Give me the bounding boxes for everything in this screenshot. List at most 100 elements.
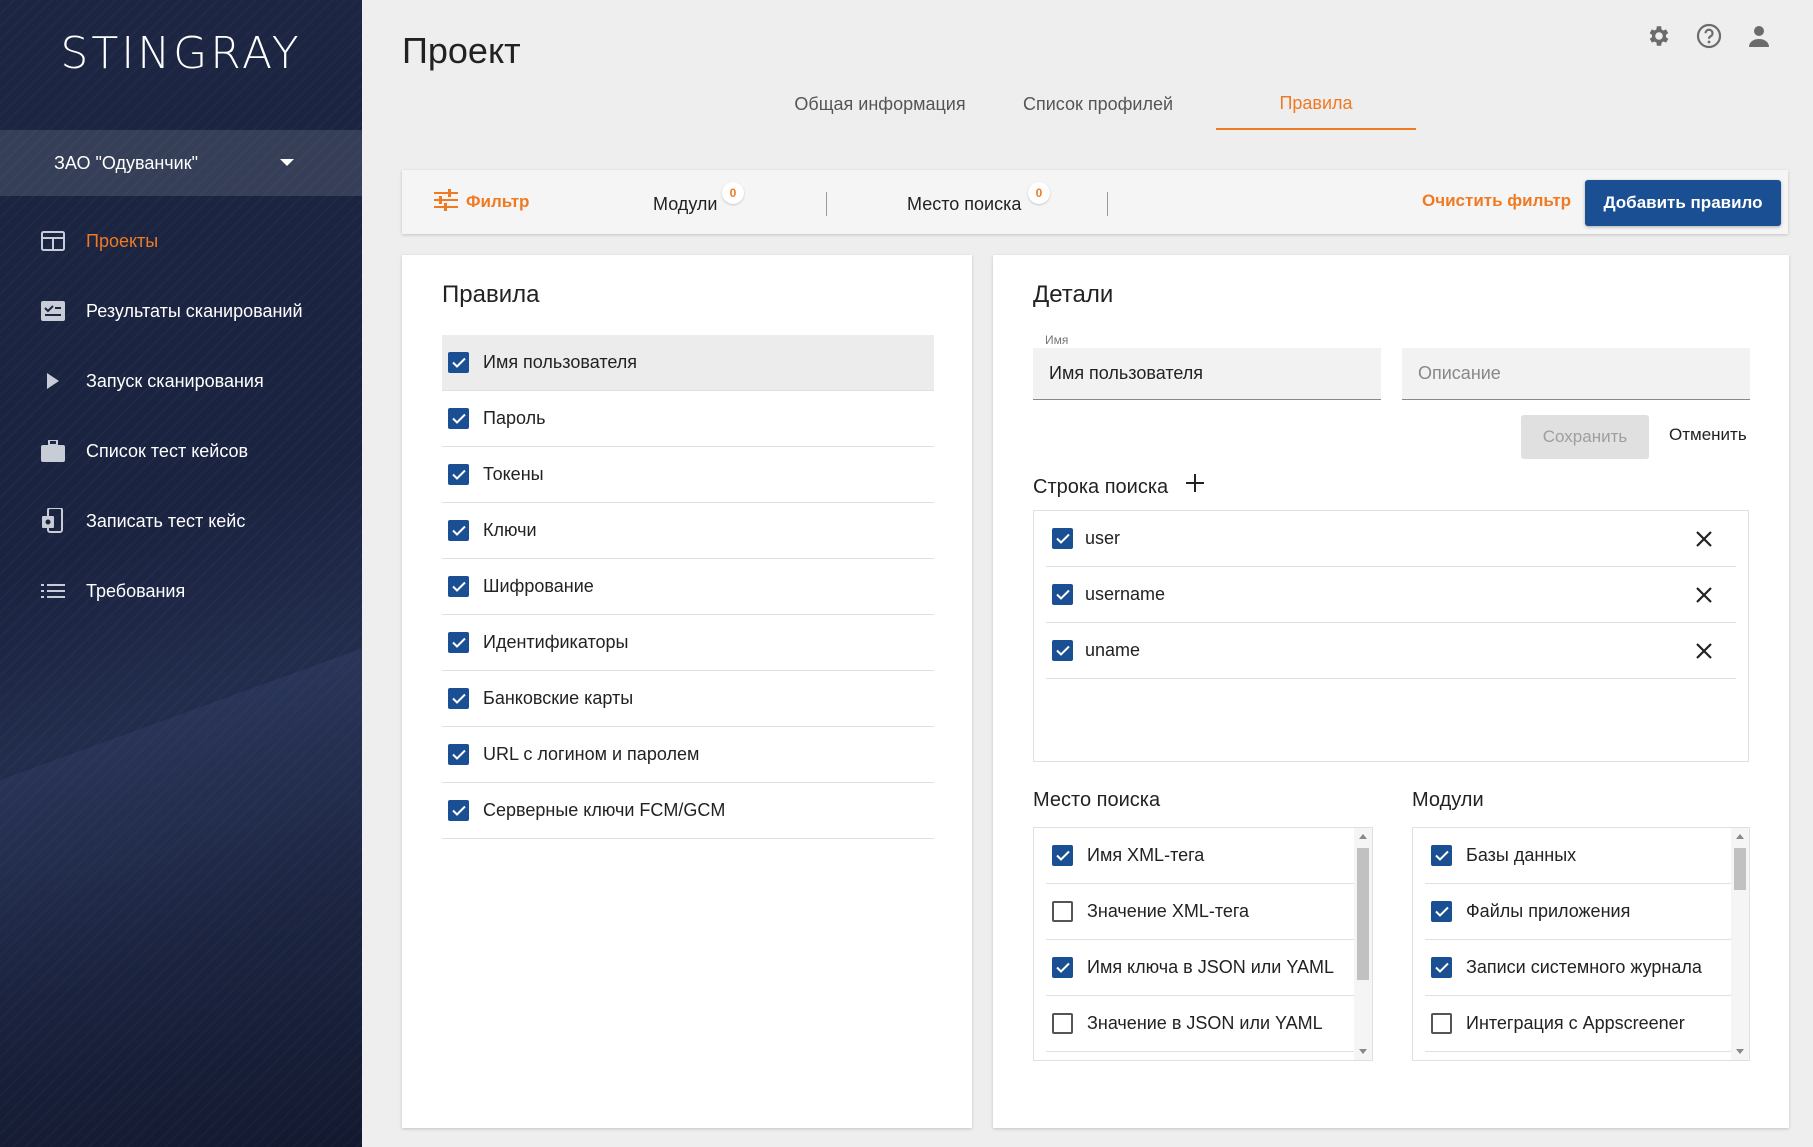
scrollbar-thumb[interactable] — [1357, 848, 1369, 980]
sidebar-item-test-cases[interactable]: Список тест кейсов — [0, 416, 362, 486]
caret-down-icon — [280, 159, 294, 166]
checkbox[interactable] — [1052, 957, 1073, 978]
sidebar-item-label: Требования — [86, 580, 186, 601]
checkbox[interactable] — [1052, 640, 1073, 661]
org-selector[interactable]: ЗАО "Одуванчик" — [0, 130, 362, 196]
rule-row[interactable]: Имя пользователя — [442, 335, 934, 391]
search-string-value: username — [1085, 584, 1166, 604]
details-panel: Детали Имя Имя пользователя Описание Сох… — [993, 255, 1789, 1128]
checkbox[interactable] — [448, 408, 469, 429]
sidebar-nav: Проекты Результаты сканирований Запуск с… — [0, 206, 362, 626]
org-name: ЗАО "Одуванчик" — [54, 152, 198, 173]
rule-row[interactable]: URL с логином и паролем — [442, 727, 934, 783]
checkbox[interactable] — [448, 352, 469, 373]
user-icon[interactable] — [1745, 22, 1773, 50]
checkbox[interactable] — [1431, 845, 1452, 866]
module-item-label: Записи системного журнала — [1466, 957, 1702, 977]
rule-label: Пароль — [483, 408, 546, 428]
location-row[interactable]: Имя ключа в JSON или YAML — [1046, 940, 1354, 996]
dashboard-icon — [40, 228, 66, 254]
location-item-label: Имя ключа в JSON или YAML — [1087, 957, 1334, 977]
page-title: Проект — [402, 30, 521, 71]
checkbox[interactable] — [1052, 901, 1073, 922]
filter-button[interactable]: Фильтр — [434, 188, 530, 216]
tab-general-info[interactable]: Общая информация — [780, 78, 980, 130]
checkbox[interactable] — [448, 800, 469, 821]
arrow-down-icon[interactable] — [1359, 1049, 1367, 1054]
sidebar-item-projects[interactable]: Проекты — [0, 206, 362, 276]
close-icon[interactable] — [1694, 529, 1714, 549]
rule-row[interactable]: Ключи — [442, 503, 934, 559]
scrollbar[interactable] — [1354, 828, 1372, 1060]
arrow-up-icon[interactable] — [1359, 834, 1367, 839]
location-row[interactable]: Значение XML-тега — [1046, 884, 1354, 940]
checkbox[interactable] — [1431, 957, 1452, 978]
rule-label: Банковские карты — [483, 688, 634, 708]
scrollbar-thumb[interactable] — [1734, 848, 1746, 890]
modules-filter[interactable]: Модули — [653, 194, 717, 215]
checkbox[interactable] — [448, 744, 469, 765]
top-toolbar — [1645, 22, 1773, 50]
close-icon[interactable] — [1694, 641, 1714, 661]
sidebar-item-record-test-case[interactable]: Записать тест кейс — [0, 486, 362, 556]
name-field-value: Имя пользователя — [1049, 363, 1204, 383]
sidebar-item-scan-results[interactable]: Результаты сканирований — [0, 276, 362, 346]
rule-row[interactable]: Идентификаторы — [442, 615, 934, 671]
scrollbar[interactable] — [1731, 828, 1749, 1060]
rules-title: Правила — [442, 281, 540, 308]
rule-row[interactable]: Пароль — [442, 391, 934, 447]
module-item-label: Базы данных — [1466, 845, 1577, 865]
checkbox[interactable] — [448, 632, 469, 653]
gear-icon[interactable] — [1645, 22, 1673, 50]
sidebar-item-label: Запуск сканирования — [86, 370, 264, 391]
checkbox[interactable] — [448, 520, 469, 541]
arrow-down-icon[interactable] — [1736, 1049, 1744, 1054]
tune-icon — [434, 188, 458, 216]
sidebar-item-requirements[interactable]: Требования — [0, 556, 362, 626]
rule-row[interactable]: Банковские карты — [442, 671, 934, 727]
checkbox[interactable] — [448, 464, 469, 485]
name-field[interactable]: Имя пользователя — [1033, 348, 1381, 400]
description-field[interactable]: Описание — [1402, 348, 1750, 400]
tab-rules[interactable]: Правила — [1216, 78, 1416, 130]
close-icon[interactable] — [1694, 585, 1714, 605]
arrow-up-icon[interactable] — [1736, 834, 1744, 839]
checkbox[interactable] — [1052, 528, 1073, 549]
rule-label: Токены — [483, 464, 544, 484]
checkbox[interactable] — [448, 688, 469, 709]
checkbox[interactable] — [1052, 584, 1073, 605]
checkbox[interactable] — [1431, 1013, 1452, 1034]
rule-row[interactable]: Шифрование — [442, 559, 934, 615]
help-icon[interactable] — [1695, 22, 1723, 50]
checkbox[interactable] — [1052, 1013, 1073, 1034]
modules-filter-label: Модули — [653, 194, 718, 214]
module-item-label: Интеграция с Appscreener — [1466, 1013, 1685, 1033]
filter-label: Фильтр — [466, 192, 530, 211]
checkbox[interactable] — [1431, 901, 1452, 922]
cancel-button[interactable]: Отменить — [1669, 425, 1747, 445]
sidebar-item-label: Список тест кейсов — [86, 440, 249, 461]
module-row[interactable]: Записи системного журнала — [1425, 940, 1731, 996]
sidebar-item-start-scan[interactable]: Запуск сканирования — [0, 346, 362, 416]
module-row[interactable]: Базы данных — [1425, 828, 1731, 884]
checkbox[interactable] — [1052, 845, 1073, 866]
clear-filter-button[interactable]: Очистить фильтр — [1422, 191, 1571, 211]
search-string-row: username — [1046, 567, 1736, 623]
rule-label: Серверные ключи FCM/GCM — [483, 800, 726, 820]
module-row[interactable]: Интеграция с Appscreener — [1425, 996, 1731, 1052]
location-row[interactable]: Значение в JSON или YAML — [1046, 996, 1354, 1052]
rule-row[interactable]: Серверные ключи FCM/GCM — [442, 783, 934, 839]
rule-label: URL с логином и паролем — [483, 744, 700, 764]
search-string-list: user username uname — [1033, 510, 1749, 762]
add-search-string-icon[interactable] — [1185, 473, 1205, 493]
save-button[interactable]: Сохранить — [1521, 415, 1649, 459]
checkbox[interactable] — [448, 576, 469, 597]
rules-panel: Правила Имя пользователя Пароль Токены К… — [402, 255, 972, 1128]
rule-row[interactable]: Токены — [442, 447, 934, 503]
location-row[interactable]: Имя XML-тега — [1046, 828, 1354, 884]
add-rule-button[interactable]: Добавить правило — [1585, 180, 1781, 226]
tab-profiles-list[interactable]: Список профилей — [998, 78, 1198, 130]
filter-bar: Фильтр Модули 0 Место поиска 0 Очистить … — [402, 170, 1788, 234]
location-filter[interactable]: Место поиска — [907, 194, 1021, 215]
module-row[interactable]: Файлы приложения — [1425, 884, 1731, 940]
